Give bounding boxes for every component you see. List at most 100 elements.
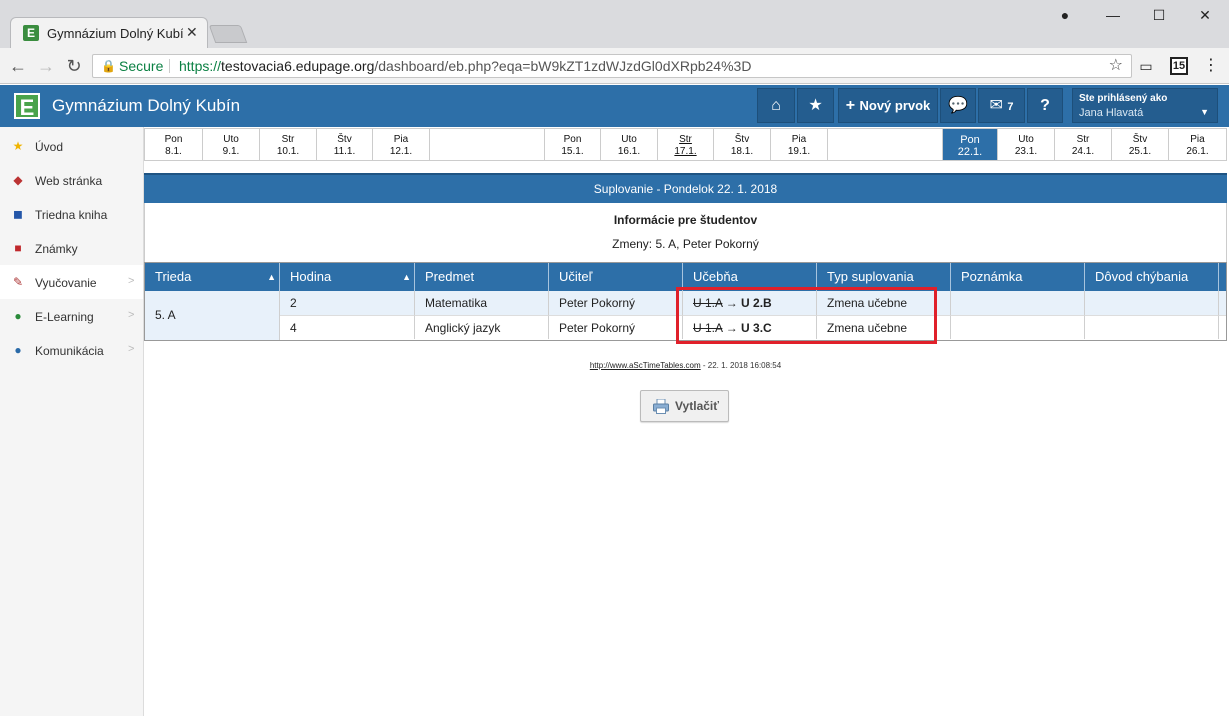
column-header-predmet: Predmet bbox=[415, 263, 549, 291]
column-label: Trieda bbox=[155, 269, 192, 284]
day-name: Pon bbox=[960, 134, 980, 146]
day-button[interactable]: Pia 26.1. bbox=[1169, 129, 1226, 160]
user-menu[interactable]: Ste prihlásený ako Jana Hlavatá ▼ bbox=[1072, 88, 1218, 123]
print-button[interactable]: Vytlačiť bbox=[640, 390, 729, 422]
tab-close-icon[interactable]: ✕ bbox=[186, 24, 198, 41]
day-date: 8.1. bbox=[165, 146, 182, 157]
minimize-button[interactable]: — bbox=[1098, 4, 1128, 26]
day-name: Štv bbox=[337, 134, 352, 145]
sidebar-item-label: Známky bbox=[35, 242, 78, 256]
day-button[interactable]: Pon 8.1. bbox=[145, 129, 203, 160]
day-button[interactable]: Pia 19.1. bbox=[771, 129, 828, 160]
day-date: 26.1. bbox=[1186, 146, 1209, 157]
day-date: 17.1. bbox=[658, 146, 713, 158]
day-date: 24.1. bbox=[1071, 146, 1095, 157]
column-header-poznamka: Poznámka bbox=[951, 263, 1085, 291]
maximize-button[interactable]: ☐ bbox=[1144, 4, 1174, 26]
help-button[interactable]: ? bbox=[1027, 88, 1063, 123]
column-label: Dôvod chýbania bbox=[1095, 269, 1189, 284]
browser-tab[interactable]: E Gymnázium Dolný Kubín ✕ bbox=[10, 17, 208, 48]
column-header-dovod: Dôvod chýbania bbox=[1085, 263, 1219, 291]
sidebar-item-label: E-Learning bbox=[35, 310, 94, 324]
back-icon[interactable]: ← bbox=[6, 54, 30, 78]
bookmark-star-icon[interactable]: ☆ bbox=[1109, 55, 1123, 77]
sidebar-item-web-stranka[interactable]: ◆ Web stránka bbox=[0, 163, 143, 197]
sort-asc-icon: ▲ bbox=[267, 272, 276, 282]
lock-icon: 🔒 bbox=[101, 59, 116, 73]
main-content: Pon 8.1. Uto 9.1. Str 10.1. Štv 11.1. Pia 12.… bbox=[144, 127, 1229, 716]
new-item-label: Nový prvok bbox=[859, 98, 931, 113]
sidebar-item-znamky[interactable]: ■ Známky bbox=[0, 231, 143, 265]
profile-icon[interactable]: ● bbox=[1050, 4, 1080, 26]
column-label: Učebňa bbox=[693, 269, 738, 284]
day-button[interactable]: Štv 25.1. bbox=[1112, 129, 1169, 160]
column-label: Poznámka bbox=[961, 269, 1023, 284]
day-date: 16.1. bbox=[617, 146, 641, 157]
sidebar-item-e-learning[interactable]: ● E-Learning > bbox=[0, 299, 143, 333]
hour-cell: 2 bbox=[280, 291, 415, 315]
subject-cell: Anglický jazyk bbox=[415, 315, 549, 339]
day-button[interactable]: Pia 12.1. bbox=[373, 129, 430, 160]
day-button[interactable]: Uto 23.1. bbox=[998, 129, 1055, 160]
close-window-button[interactable]: ✕ bbox=[1190, 4, 1220, 26]
footer-timestamp: http://www.aScTimeTables.com - 22. 1. 20… bbox=[144, 361, 1227, 370]
day-name: Pia bbox=[393, 134, 409, 145]
new-tab-button[interactable] bbox=[208, 25, 248, 43]
browser-titlebar: E Gymnázium Dolný Kubín ✕ ● — ☐ ✕ bbox=[0, 0, 1229, 48]
day-button[interactable]: Str 10.1. bbox=[260, 129, 317, 160]
messages-button[interactable]: ✉ 7 bbox=[978, 88, 1025, 123]
forward-icon[interactable]: → bbox=[34, 54, 58, 78]
subject-cell: Matematika bbox=[415, 291, 549, 315]
new-item-button[interactable]: + Nový prvok bbox=[838, 88, 938, 123]
app-header: E Gymnázium Dolný Kubín ⌂ ★ + Nový prvok… bbox=[0, 85, 1229, 127]
day-button[interactable]: Str 24.1. bbox=[1055, 129, 1112, 160]
reason-cell bbox=[1085, 315, 1219, 339]
column-header-trieda[interactable]: Trieda ▲ bbox=[145, 263, 280, 291]
hour-cell: 4 bbox=[280, 315, 415, 339]
changes-summary: Zmeny: 5. A, Peter Pokorný bbox=[612, 237, 759, 251]
column-header-ucitel: Učiteľ bbox=[549, 263, 683, 291]
sidebar-item-vyucovanie[interactable]: ✎ Vyučovanie > bbox=[0, 265, 143, 299]
globe-icon: ● bbox=[14, 309, 22, 323]
day-button[interactable]: Štv 18.1. bbox=[714, 129, 771, 160]
row-spacer bbox=[1219, 291, 1226, 315]
day-button-today[interactable]: Str 17.1. bbox=[658, 129, 714, 160]
favorites-button[interactable]: ★ bbox=[797, 88, 834, 123]
day-button[interactable]: Štv 11.1. bbox=[317, 129, 373, 160]
day-name: Štv bbox=[734, 134, 750, 145]
help-icon: ? bbox=[1040, 97, 1050, 114]
reason-cell bbox=[1085, 291, 1219, 315]
cast-icon[interactable]: ▭ bbox=[1137, 57, 1155, 75]
day-button[interactable]: Uto 9.1. bbox=[203, 129, 260, 160]
edupage-logo[interactable]: E bbox=[14, 93, 40, 120]
address-bar[interactable]: 🔒 Secure https://testovacia6.edupage.org… bbox=[92, 54, 1132, 78]
day-name: Uto bbox=[1018, 134, 1034, 145]
calendar-badge-icon[interactable]: 15 bbox=[1170, 57, 1188, 75]
day-button[interactable]: Uto 16.1. bbox=[601, 129, 658, 160]
column-header-hodina[interactable]: Hodina ▲ bbox=[280, 263, 415, 291]
envelope-icon: ✉ bbox=[989, 97, 1003, 114]
class-cell: 5. A bbox=[145, 291, 280, 340]
reload-icon[interactable]: ↻ bbox=[62, 54, 86, 78]
user-name: Jana Hlavatá bbox=[1079, 107, 1144, 119]
day-name: Uto bbox=[223, 134, 239, 145]
asctimetables-link[interactable]: http://www.aScTimeTables.com bbox=[590, 361, 701, 370]
grades-icon: ■ bbox=[14, 241, 22, 255]
day-button-selected[interactable]: Pon 22.1. bbox=[942, 129, 998, 160]
home-button[interactable]: ⌂ bbox=[757, 88, 795, 123]
sidebar-item-triedna-kniha[interactable]: ◼ Triedna kniha bbox=[0, 197, 143, 231]
day-button[interactable]: Pon 15.1. bbox=[544, 129, 601, 160]
book-icon: ◼ bbox=[13, 207, 23, 221]
day-selector: Pon 8.1. Uto 9.1. Str 10.1. Štv 11.1. Pia 12.… bbox=[144, 128, 1227, 161]
star-icon: ★ bbox=[12, 139, 24, 153]
chat-bubbles-icon: 💬 bbox=[948, 97, 968, 114]
day-date: 15.1. bbox=[561, 146, 584, 157]
column-label: Hodina bbox=[290, 269, 332, 284]
sidebar: ★ Úvod ◆ Web stránka ◼ Triedna kniha ■ Z… bbox=[0, 127, 144, 716]
menu-dots-icon[interactable]: ⋮ bbox=[1202, 57, 1220, 75]
sidebar-item-uvod[interactable]: ★ Úvod bbox=[0, 129, 143, 163]
school-title[interactable]: Gymnázium Dolný Kubín bbox=[52, 96, 240, 116]
chat-button[interactable]: 💬 bbox=[940, 88, 976, 123]
sidebar-item-komunikacia[interactable]: ● Komunikácia > bbox=[0, 333, 143, 367]
day-name: Str bbox=[281, 134, 295, 145]
